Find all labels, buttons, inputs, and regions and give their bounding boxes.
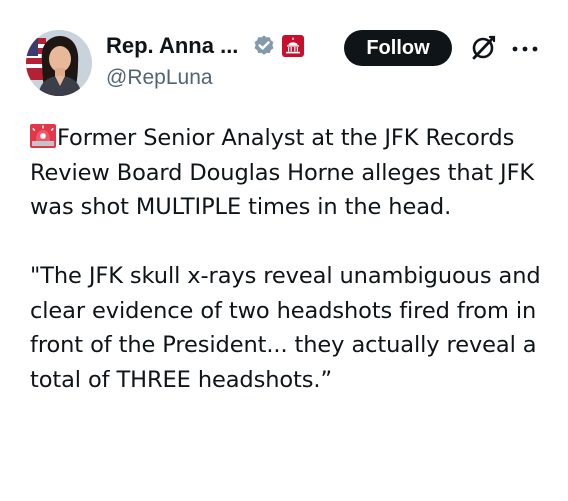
tweet-paragraph-1-text: Former Senior Analyst at the JFK Records… [30,125,535,220]
capitol-building-icon[interactable] [282,35,305,57]
tweet-paragraph-2: "The JFK skull x-rays reveal unambiguous… [30,263,541,393]
tweet-paragraph-1: Former Senior Analyst at the JFK Records… [30,121,560,225]
display-name[interactable]: Rep. Anna ... [106,32,238,60]
name-row: Rep. Anna ... [106,30,336,62]
police-siren-icon [30,124,56,148]
grok-icon[interactable] [468,33,498,63]
tweet: Rep. Anna ... @RepLuna Follow Former Sen… [0,0,568,501]
verified-badge-icon[interactable] [252,34,276,58]
avatar-image [26,30,92,96]
more-options-icon[interactable] [510,40,540,52]
author-info: Rep. Anna ... @RepLuna [106,30,336,92]
author-handle[interactable]: @RepLuna [106,64,336,92]
tweet-header: Rep. Anna ... @RepLuna Follow [0,0,568,110]
tweet-text: Former Senior Analyst at the JFK Records… [30,121,560,397]
follow-button[interactable]: Follow [344,30,452,66]
avatar[interactable] [26,30,92,96]
